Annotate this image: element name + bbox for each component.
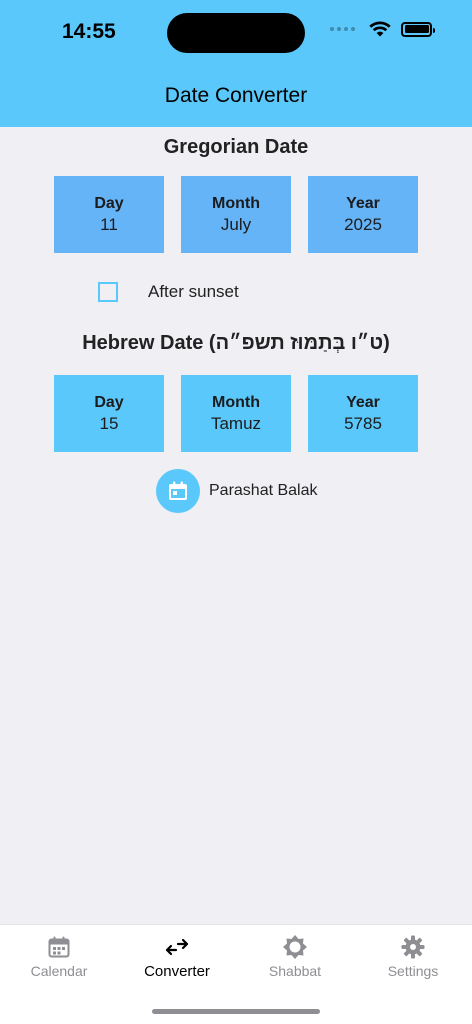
after-sunset-option[interactable]: After sunset [98, 282, 239, 302]
tab-converter[interactable]: Converter [118, 933, 236, 980]
page-title: Date Converter [164, 84, 308, 107]
sun-icon [283, 935, 307, 959]
gregorian-year-value: 2025 [344, 214, 382, 234]
dynamic-island [167, 13, 305, 53]
calendar-icon [169, 481, 187, 500]
wifi-icon [369, 21, 391, 37]
calendar-icon [48, 936, 70, 958]
tab-calendar-label: Calendar [30, 963, 88, 979]
gregorian-day-value: 11 [100, 214, 118, 234]
hebrew-date-row: Day 15 Month Tamuz Year 5785 [54, 375, 418, 452]
hebrew-section-title: Hebrew Date (ט״ו בְּתַמּוּז תשפ״ה) [82, 332, 390, 354]
after-sunset-label: After sunset [148, 282, 239, 301]
hebrew-year-label: Year [346, 393, 380, 411]
hebrew-month-label: Month [212, 393, 260, 411]
after-sunset-checkbox[interactable] [98, 282, 118, 302]
battery-icon [401, 21, 435, 37]
gregorian-day-cell[interactable]: Day 11 [54, 176, 164, 253]
gregorian-month-label: Month [212, 194, 260, 212]
cellular-signal-icon [330, 27, 355, 31]
hebrew-day-cell[interactable]: Day 15 [54, 375, 164, 452]
gregorian-month-value: July [220, 214, 252, 234]
gregorian-date-row: Day 11 Month July Year 2025 [54, 176, 418, 253]
tab-settings[interactable]: Settings [354, 933, 472, 979]
gregorian-section-title: Gregorian Date [163, 136, 309, 158]
status-time: 14:55 [62, 20, 116, 43]
tab-shabbat[interactable]: Shabbat [236, 933, 354, 979]
tab-shabbat-label: Shabbat [268, 963, 322, 979]
parasha-button[interactable] [156, 469, 200, 513]
tab-calendar[interactable]: Calendar [0, 933, 118, 979]
gregorian-month-cell[interactable]: Month July [181, 176, 291, 253]
swap-arrows-icon [165, 938, 189, 956]
tab-converter-label: Converter [144, 963, 210, 980]
gregorian-year-cell[interactable]: Year 2025 [308, 176, 418, 253]
hebrew-month-cell[interactable]: Month Tamuz [181, 375, 291, 452]
tab-settings-label: Settings [387, 963, 439, 979]
header-bar: 14:55 Date Converter [0, 0, 472, 127]
gregorian-year-label: Year [346, 194, 380, 212]
parasha-row: Parashat Balak [156, 469, 318, 513]
hebrew-month-value: Tamuz [210, 413, 262, 433]
status-icons [330, 21, 435, 37]
gear-icon [401, 935, 425, 959]
parasha-label: Parashat Balak [209, 482, 318, 499]
hebrew-day-label: Day [94, 393, 124, 411]
home-indicator [152, 1009, 320, 1014]
hebrew-year-value: 5785 [344, 413, 382, 433]
hebrew-day-value: 15 [99, 413, 119, 433]
gregorian-day-label: Day [94, 194, 124, 212]
hebrew-year-cell[interactable]: Year 5785 [308, 375, 418, 452]
